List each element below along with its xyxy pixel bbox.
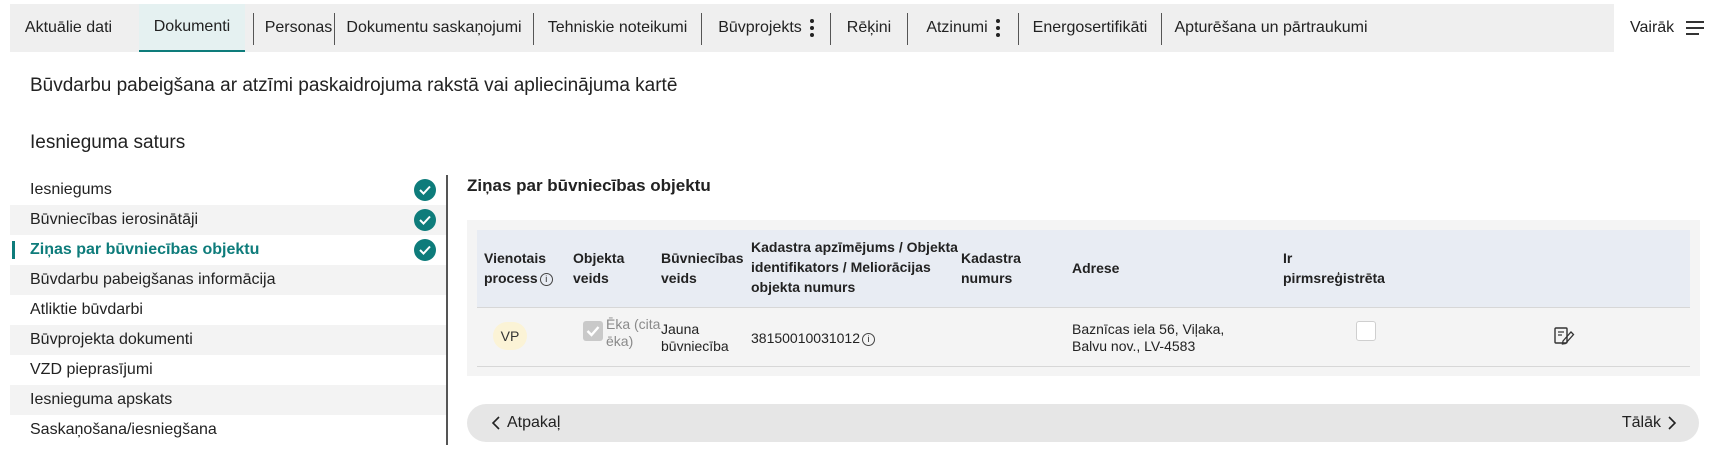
nav-item-buvprojekta-dokumenti[interactable]: Būvprojekta dokumenti — [10, 325, 446, 355]
tab-aktualie-dati[interactable]: Aktuālie dati — [10, 4, 127, 52]
tab-label: Energosertifikāti — [1032, 19, 1148, 36]
next-button-label: Tālāk — [1621, 414, 1661, 431]
tab-energosertifikati[interactable]: Energosertifikāti — [1019, 4, 1161, 52]
header-text: Vienotais process — [484, 250, 546, 286]
tab-label: Būvprojekts — [718, 19, 802, 36]
nav-item-label: Iesniegums — [30, 181, 112, 198]
bottom-navigation-bar: Atpakaļ Tālāk — [467, 404, 1699, 442]
info-icon[interactable]: i — [539, 273, 553, 286]
tab-dokumentu-saskanojumi[interactable]: Dokumentu saskaņojumi — [335, 4, 533, 52]
back-button[interactable]: Atpakaļ — [491, 404, 560, 442]
page-title: Būvdarbu pabeigšana ar atzīmi paskaidroj… — [30, 75, 678, 96]
column-header-vienotais-process: Vienotais process i — [484, 248, 559, 288]
more-menu-label: Vairāk — [1630, 19, 1675, 36]
nav-item-iesniegums[interactable]: Iesniegums — [10, 175, 446, 205]
nav-item-label: Būvniecības ierosinātāji — [30, 211, 199, 228]
nav-item-label: VZD pieprasījumi — [30, 361, 153, 378]
column-header-buvniecibas-veids: Būvniecības veids — [661, 250, 744, 286]
buvniecibas-veids-cell: Jauna būvniecība — [661, 321, 729, 354]
kadastra-apzimejums-cell: 38150010031012 i — [751, 330, 951, 347]
kebab-menu-icon[interactable] — [809, 19, 814, 37]
application-sections-nav: Iesniegums Būvniecības ierosinātāji Ziņa… — [10, 175, 446, 445]
next-button[interactable]: Tālāk — [1622, 404, 1677, 442]
checkmark-circle-icon — [414, 239, 436, 261]
chevron-right-icon — [1668, 416, 1677, 430]
column-header-kadastra-numurs: Kadastra numurs — [961, 250, 1021, 286]
tab-tehniskie-noteikumi[interactable]: Tehniskie noteikumi — [534, 4, 701, 52]
tab-label: Apturēšana un pārtraukumi — [1174, 19, 1368, 36]
hamburger-menu-icon — [1686, 21, 1705, 35]
nav-item-buvniecibas-ierosinataji[interactable]: Būvniecības ierosinātāji — [10, 205, 446, 235]
nav-item-label: Iesnieguma apskats — [30, 391, 173, 408]
info-icon[interactable]: i — [862, 333, 876, 346]
nav-item-atliktie-buvdarbi[interactable]: Atliktie būvdarbi — [10, 295, 446, 325]
nav-item-label: Saskaņošana/iesniegšana — [30, 421, 217, 438]
kebab-menu-icon[interactable] — [995, 19, 1000, 37]
checkmark-circle-icon — [414, 179, 436, 201]
column-header-objekta-veids: Objekta veids — [573, 250, 625, 286]
tab-label: Dokumentu saskaņojumi — [346, 19, 522, 36]
section-title: Iesnieguma saturs — [30, 132, 186, 153]
table-row: VP Ēka (cita ēka) Jauna būvniecība 38150… — [477, 307, 1690, 367]
tab-personas[interactable]: Personas — [254, 4, 343, 52]
nav-item-buvdarbu-pabeigsanas-informacija[interactable]: Būvdarbu pabeigšanas informācija — [10, 265, 446, 295]
chevron-left-icon — [491, 416, 500, 430]
adrese-cell: Baznīcas iela 56, Viļaka, Balvu nov., LV… — [1072, 321, 1225, 354]
tab-label: Dokumenti — [153, 18, 231, 35]
column-header-adrese: Adrese — [1072, 260, 1120, 276]
objekta-veids-checkbox — [583, 321, 603, 341]
nav-item-iesnieguma-apskats[interactable]: Iesnieguma apskats — [10, 385, 446, 415]
tab-buvprojekts[interactable]: Būvprojekts — [702, 4, 830, 52]
kadastra-apzimejums-value: 38150010031012 — [751, 330, 861, 346]
main-heading: Ziņas par būvniecības objektu — [467, 176, 711, 195]
table-header-row: Vienotais process i Objekta veids Būvniec… — [477, 230, 1690, 307]
vienotais-process-badge: VP — [493, 322, 527, 350]
nav-item-label: Atliktie būvdarbi — [30, 301, 143, 318]
tab-dokumenti[interactable]: Dokumenti — [139, 4, 245, 52]
tab-atzinumi[interactable]: Atzinumi — [908, 4, 1018, 52]
nav-item-label: Būvdarbu pabeigšanas informācija — [30, 271, 276, 288]
nav-item-label: Būvprojekta dokumenti — [30, 331, 193, 348]
tab-rekini[interactable]: Rēķini — [831, 4, 907, 52]
edit-document-icon[interactable] — [1554, 326, 1576, 346]
nav-item-vzd-pieprasijumi[interactable]: VZD pieprasījumi — [10, 355, 446, 385]
tab-apturesana-un-partraukumi[interactable]: Apturēšana un pārtraukumi — [1162, 4, 1380, 52]
back-button-label: Atpakaļ — [507, 414, 561, 431]
nav-item-saskanosana-iesniegsana[interactable]: Saskaņošana/iesniegšana — [10, 415, 446, 445]
tab-label: Personas — [264, 19, 333, 36]
tab-label: Aktuālie dati — [24, 19, 113, 36]
checkmark-circle-icon — [414, 209, 436, 231]
objekta-veids-cell: Ēka (cita ēka) — [606, 316, 661, 349]
nav-item-label: Ziņas par būvniecības objektu — [30, 241, 260, 258]
tab-label: Tehniskie noteikumi — [547, 19, 688, 36]
top-tab-bar: Aktuālie dati Dokumenti Personas Dokumen… — [10, 4, 1614, 52]
tab-label: Atzinumi — [926, 19, 988, 36]
ir-pirmsregistreta-checkbox[interactable] — [1356, 321, 1376, 341]
column-header-kadastra-apzimejums: Kadastra apzīmējums / Objekta identifika… — [751, 239, 958, 295]
more-menu-button[interactable]: Vairāk — [1614, 4, 1711, 52]
nav-item-zinas-par-buvniecibas-objektu[interactable]: Ziņas par būvniecības objektu — [10, 235, 446, 265]
objects-table: Vienotais process i Objekta veids Būvniec… — [467, 220, 1700, 376]
nav-divider — [446, 175, 448, 445]
column-header-ir-pirmsregistreta: Ir pirmsreģistrēta — [1283, 250, 1385, 286]
tab-label: Rēķini — [846, 19, 892, 36]
